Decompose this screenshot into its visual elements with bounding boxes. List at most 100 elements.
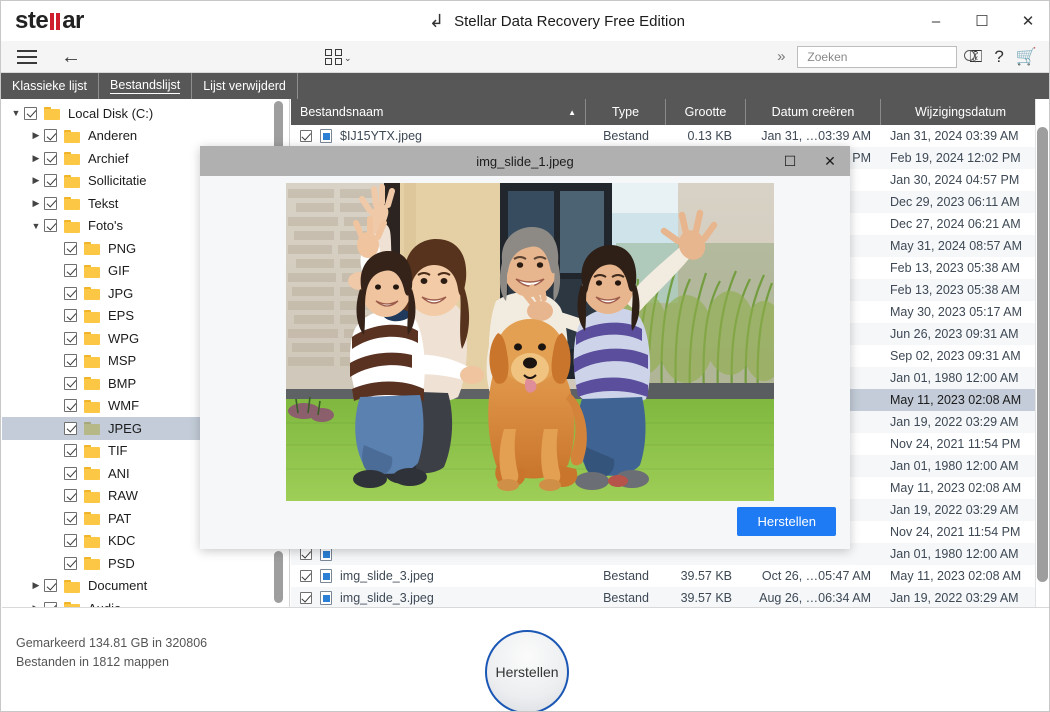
- tree-item-audio[interactable]: Audio: [2, 597, 289, 607]
- cell-modified: Feb 13, 2023 05:38 AM: [890, 283, 1020, 297]
- caret-right-icon[interactable]: [28, 153, 44, 164]
- tree-item-checkbox[interactable]: [44, 174, 57, 188]
- column-header-mod[interactable]: Wijzigingsdatum: [881, 99, 1041, 125]
- back-arrow-icon[interactable]: ↲: [429, 12, 444, 30]
- caret-down-icon[interactable]: [28, 221, 44, 231]
- tree-item-checkbox[interactable]: [64, 354, 77, 368]
- main-toolbar: ← ⌄ » ⚿ ? 🛒: [1, 41, 1049, 73]
- tree-item-checkbox[interactable]: [44, 151, 57, 165]
- tree-item-checkbox[interactable]: [64, 489, 77, 503]
- tab-label: Bestandslijst: [110, 78, 181, 94]
- file-list-scrollbar-track[interactable]: [1035, 99, 1049, 607]
- table-row[interactable]: img_slide_3.jpeg Bestand 39.57 KB Oct 26, ……: [291, 565, 1049, 587]
- folder-icon: [84, 466, 101, 481]
- search-icon[interactable]: [964, 50, 977, 63]
- tree-item-checkbox[interactable]: [64, 286, 77, 300]
- tree-item-label: PNG: [108, 240, 137, 256]
- tree-item-checkbox[interactable]: [64, 556, 77, 570]
- row-checkbox[interactable]: [300, 130, 312, 142]
- cell-modified: Sep 02, 2023 09:31 AM: [890, 349, 1021, 363]
- tree-item-psd[interactable]: PSD: [2, 552, 289, 575]
- search-input[interactable]: [805, 48, 965, 65]
- image-file-icon: [320, 569, 332, 583]
- help-icon[interactable]: ?: [994, 48, 1003, 65]
- column-header-size[interactable]: Grootte: [666, 99, 746, 125]
- preview-maximize-button[interactable]: ☐: [770, 146, 810, 176]
- table-row[interactable]: img_slide_3.jpeg Bestand 39.57 KB Aug 26, ……: [291, 587, 1049, 607]
- window-controls: – ☐ ✕: [913, 2, 1049, 40]
- search-box[interactable]: [797, 45, 976, 68]
- tree-item-checkbox[interactable]: [44, 196, 57, 210]
- filename-label: img_slide_3.jpeg: [340, 591, 434, 605]
- tab-klassieke-lijst[interactable]: Klassieke lijst: [1, 73, 100, 99]
- caret-down-icon[interactable]: [8, 108, 24, 118]
- sidebar-scrollbar-thumb[interactable]: [274, 551, 283, 603]
- tree-item-document[interactable]: Document: [2, 575, 289, 598]
- tree-item-checkbox[interactable]: [64, 241, 77, 255]
- row-checkbox[interactable]: [300, 592, 312, 604]
- caret-right-icon[interactable]: [28, 198, 44, 209]
- tab-bestandslijst[interactable]: Bestandslijst: [99, 73, 193, 99]
- tree-item-checkbox[interactable]: [64, 466, 77, 480]
- tree-item-label: Sollicitatie: [88, 173, 147, 189]
- tree-item-anderen[interactable]: Anderen: [2, 125, 289, 148]
- tree-item-label: EPS: [108, 308, 135, 324]
- row-checkbox[interactable]: [300, 548, 312, 560]
- tree-item-local-disk-c[interactable]: Local Disk (C:): [2, 102, 289, 125]
- tree-item-checkbox[interactable]: [44, 579, 57, 593]
- hamburger-icon[interactable]: [17, 49, 37, 64]
- tab-lijst-verwijderd[interactable]: Lijst verwijderd: [192, 73, 298, 99]
- table-row[interactable]: $IJ15YTX.jpeg Bestand 0.13 KB Jan 31, …03:3…: [291, 125, 1049, 147]
- cart-icon[interactable]: 🛒: [1016, 48, 1037, 65]
- cell-modified: May 31, 2024 08:57 AM: [890, 239, 1023, 253]
- cell-modified: Dec 27, 2024 06:21 AM: [890, 217, 1021, 231]
- tree-item-checkbox[interactable]: [64, 264, 77, 278]
- tree-item-checkbox[interactable]: [64, 331, 77, 345]
- tree-item-checkbox[interactable]: [44, 129, 57, 143]
- view-tabs: Klassieke lijst Bestandslijst Lijst verw…: [1, 73, 1049, 99]
- folder-icon: [84, 399, 101, 413]
- recover-button[interactable]: Herstellen: [485, 630, 569, 711]
- tree-item-label: GIF: [108, 263, 130, 279]
- column-header-name[interactable]: Bestandsnaam ▲: [291, 99, 586, 125]
- caret-right-icon[interactable]: [28, 175, 44, 186]
- tree-item-checkbox[interactable]: [44, 219, 57, 233]
- folder-icon: [84, 241, 101, 256]
- filename-label: $IJ15YTX.jpeg: [340, 129, 422, 143]
- close-button[interactable]: ✕: [1005, 2, 1049, 40]
- folder-icon: [84, 556, 101, 571]
- folder-icon: [84, 421, 101, 436]
- preview-recover-button[interactable]: Herstellen: [737, 507, 836, 536]
- tab-label: Klassieke lijst: [12, 79, 88, 93]
- tree-item-checkbox[interactable]: [64, 309, 77, 323]
- expand-chevrons-icon[interactable]: »: [777, 48, 785, 65]
- cell-size: 0.13 KB: [687, 129, 732, 143]
- caret-right-icon[interactable]: [28, 580, 44, 591]
- tree-item-checkbox[interactable]: [64, 399, 77, 413]
- image-file-icon: [320, 547, 332, 561]
- row-checkbox[interactable]: [300, 570, 312, 582]
- tree-item-checkbox[interactable]: [64, 444, 77, 458]
- chevron-down-icon[interactable]: ⌄: [344, 53, 352, 65]
- tree-item-checkbox[interactable]: [64, 534, 77, 548]
- folder-icon: [84, 286, 101, 301]
- cell-modified: Jan 30, 2024 04:57 PM: [890, 173, 1020, 187]
- tree-item-label: KDC: [108, 533, 136, 549]
- tab-label: Lijst verwijderd: [203, 79, 286, 93]
- column-header-type[interactable]: Type: [586, 99, 666, 125]
- logo-text-right: ar: [62, 7, 84, 34]
- minimize-button[interactable]: –: [913, 2, 959, 40]
- preview-close-button[interactable]: ✕: [810, 146, 850, 176]
- column-header-created[interactable]: Datum creëren: [746, 99, 881, 125]
- grid-view-icon[interactable]: [325, 48, 343, 65]
- tree-item-checkbox[interactable]: [64, 421, 77, 435]
- tree-item-checkbox[interactable]: [64, 511, 77, 525]
- maximize-button[interactable]: ☐: [959, 2, 1005, 40]
- tree-item-label: PSD: [108, 555, 135, 571]
- file-list-scrollbar-thumb[interactable]: [1037, 127, 1048, 582]
- arrow-left-icon[interactable]: ←: [61, 47, 81, 67]
- caret-right-icon[interactable]: [28, 130, 44, 141]
- tree-item-checkbox[interactable]: [24, 106, 37, 120]
- folder-icon: [84, 444, 101, 458]
- tree-item-checkbox[interactable]: [64, 376, 77, 390]
